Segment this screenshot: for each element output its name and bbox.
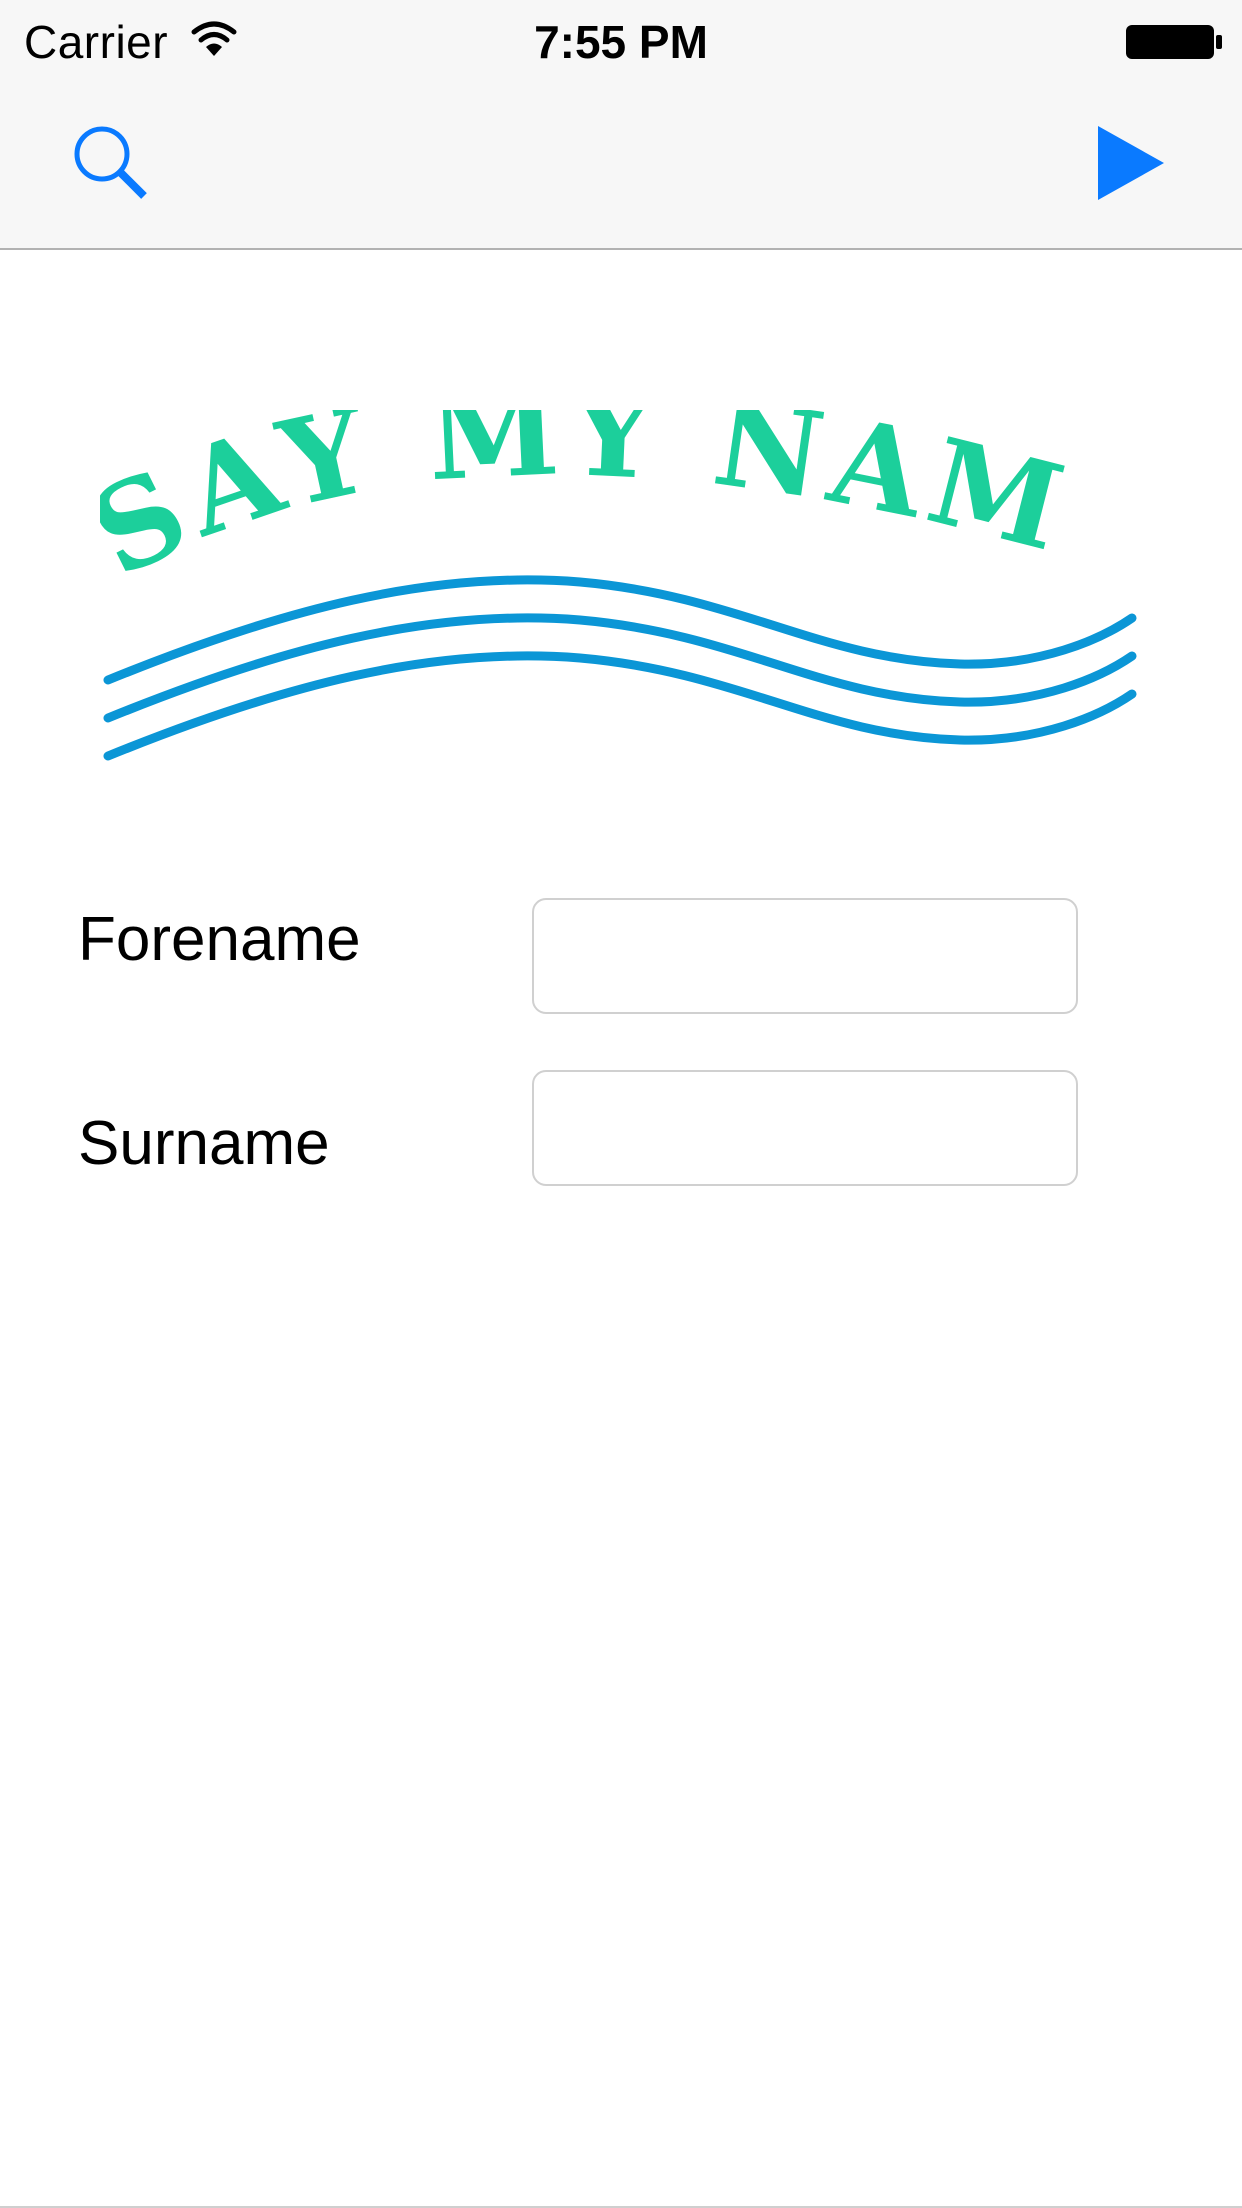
say-my-name-logo: SAY MY NAME — [100, 410, 1137, 761]
logo-text-path: SAY MY NAME — [100, 410, 1076, 604]
surname-input[interactable] — [532, 1070, 1078, 1186]
surname-label: Surname — [78, 1109, 330, 1178]
logo-waves — [103, 575, 1137, 761]
play-button[interactable] — [1092, 118, 1172, 208]
play-icon — [1098, 126, 1164, 200]
search-icon — [74, 126, 147, 199]
forename-input[interactable] — [532, 898, 1078, 1014]
battery-icon — [1126, 25, 1222, 59]
status-bar: Carrier 7:55 PM — [0, 0, 1242, 84]
forename-label: Forename — [78, 905, 361, 974]
search-button[interactable] — [68, 120, 158, 210]
logo-text: SAY MY NAME — [100, 410, 1084, 604]
navigation-bar — [0, 84, 1242, 250]
status-time: 7:55 PM — [534, 16, 708, 68]
